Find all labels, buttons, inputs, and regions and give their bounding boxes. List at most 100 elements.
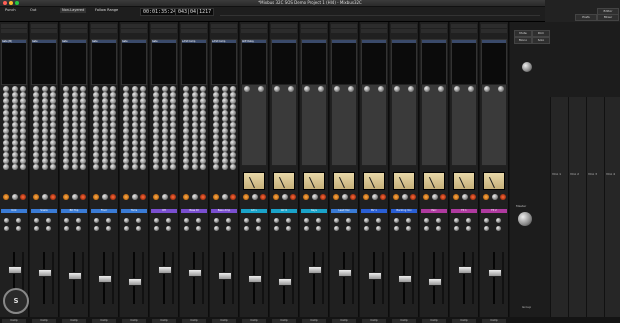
eq-knob[interactable] — [153, 164, 159, 170]
comp-mode-select[interactable]: Comp — [92, 319, 116, 323]
trim-knob[interactable] — [33, 194, 39, 200]
channel-name[interactable]: Keys — [301, 209, 327, 213]
send-knob[interactable] — [350, 194, 356, 200]
plugin-insert[interactable] — [362, 40, 386, 43]
fader-handle[interactable] — [458, 266, 472, 274]
pan-knob[interactable] — [432, 194, 438, 200]
input-button[interactable] — [271, 24, 297, 28]
channel-name[interactable]: Gtr R — [271, 209, 297, 213]
mode-select[interactable]: Non-Layered — [60, 8, 87, 13]
send-knob[interactable] — [406, 218, 411, 223]
channel-name[interactable]: Floor — [91, 209, 117, 213]
input-button[interactable] — [181, 24, 207, 28]
send-knob[interactable] — [4, 218, 9, 223]
pan-knob[interactable] — [42, 194, 48, 200]
input-button[interactable] — [151, 24, 177, 28]
pan-knob[interactable] — [132, 194, 138, 200]
channel-name[interactable]: BD Top — [61, 209, 87, 213]
fader-handle[interactable] — [278, 278, 292, 286]
dim-button[interactable]: Dim — [532, 30, 550, 37]
plugin-knob[interactable] — [378, 86, 384, 92]
eq-knob[interactable] — [50, 164, 56, 170]
record-button[interactable] — [61, 29, 87, 33]
plugin-knob[interactable] — [348, 86, 354, 92]
send-knob[interactable] — [316, 226, 321, 231]
plugin-insert[interactable] — [422, 40, 446, 43]
send-knob[interactable] — [274, 218, 279, 223]
fader-handle[interactable] — [158, 266, 172, 274]
plugin-insert[interactable]: Gate — [152, 40, 176, 43]
record-button[interactable] — [1, 29, 27, 33]
punch-button[interactable]: Punch — [5, 8, 16, 13]
solo-button[interactable]: Solo — [532, 37, 550, 44]
fader-handle[interactable] — [68, 272, 82, 280]
plugin-insert[interactable]: Gate — [32, 40, 56, 43]
record-button[interactable] — [481, 29, 507, 33]
record-button[interactable] — [361, 29, 387, 33]
channel-name[interactable]: Lead Vox — [331, 209, 357, 213]
record-button[interactable] — [211, 29, 237, 33]
trim-knob[interactable] — [303, 194, 309, 200]
send-knob[interactable] — [184, 218, 189, 223]
comp-mode-select[interactable]: Comp — [422, 319, 446, 323]
send-knob[interactable] — [16, 218, 21, 223]
channel-name[interactable]: Toms — [121, 209, 147, 213]
pan-knob[interactable] — [282, 194, 288, 200]
eq-knob[interactable] — [200, 164, 206, 170]
comp-mode-select[interactable]: Comp — [452, 319, 476, 323]
trim-knob[interactable] — [333, 194, 339, 200]
send-knob[interactable] — [364, 226, 369, 231]
comp-mode-select[interactable]: Comp — [332, 319, 356, 323]
plugin-knob[interactable] — [274, 86, 280, 92]
send-knob[interactable] — [76, 218, 81, 223]
input-button[interactable] — [481, 24, 507, 28]
plugin-insert[interactable]: ACE Delay — [242, 40, 266, 43]
send-knob[interactable] — [106, 226, 111, 231]
fader-handle[interactable] — [338, 269, 352, 277]
send-knob[interactable] — [260, 194, 266, 200]
trim-knob[interactable] — [273, 194, 279, 200]
trim-knob[interactable] — [63, 194, 69, 200]
trim-knob[interactable] — [183, 194, 189, 200]
send-knob[interactable] — [320, 194, 326, 200]
send-knob[interactable] — [50, 194, 56, 200]
input-button[interactable] — [241, 24, 267, 28]
send-knob[interactable] — [410, 194, 416, 200]
send-knob[interactable] — [496, 226, 501, 231]
fader-handle[interactable] — [488, 269, 502, 277]
record-button[interactable] — [121, 29, 147, 33]
fader-handle[interactable] — [398, 275, 412, 283]
trim-knob[interactable] — [423, 194, 429, 200]
plugin-knob[interactable] — [394, 86, 400, 92]
master-knob[interactable] — [518, 212, 532, 226]
input-button[interactable] — [331, 24, 357, 28]
send-knob[interactable] — [376, 226, 381, 231]
pan-knob[interactable] — [462, 194, 468, 200]
plugin-insert[interactable] — [302, 40, 326, 43]
primary-clock[interactable]: 00:01:35:24 — [140, 8, 180, 16]
plugin-knob[interactable] — [468, 86, 474, 92]
send-knob[interactable] — [346, 218, 351, 223]
pan-knob[interactable] — [222, 194, 228, 200]
trim-knob[interactable] — [153, 194, 159, 200]
send-knob[interactable] — [196, 218, 201, 223]
channel-name[interactable]: OH — [151, 209, 177, 213]
channel-name[interactable]: Bass DI — [181, 209, 207, 213]
comp-mode-select[interactable]: Comp — [152, 319, 176, 323]
send-knob[interactable] — [136, 218, 141, 223]
eq-knob[interactable] — [42, 164, 48, 170]
send-knob[interactable] — [64, 218, 69, 223]
record-button[interactable] — [181, 29, 207, 33]
input-button[interactable] — [91, 24, 117, 28]
send-knob[interactable] — [170, 194, 176, 200]
send-knob[interactable] — [166, 226, 171, 231]
record-button[interactable] — [451, 29, 477, 33]
send-knob[interactable] — [484, 218, 489, 223]
channel-name[interactable]: FX 1 — [451, 209, 477, 213]
record-button[interactable] — [241, 29, 267, 33]
eq-knob[interactable] — [230, 164, 236, 170]
send-knob[interactable] — [380, 194, 386, 200]
eq-knob[interactable] — [222, 164, 228, 170]
channel-name[interactable]: Kick — [1, 209, 27, 213]
send-knob[interactable] — [256, 226, 261, 231]
